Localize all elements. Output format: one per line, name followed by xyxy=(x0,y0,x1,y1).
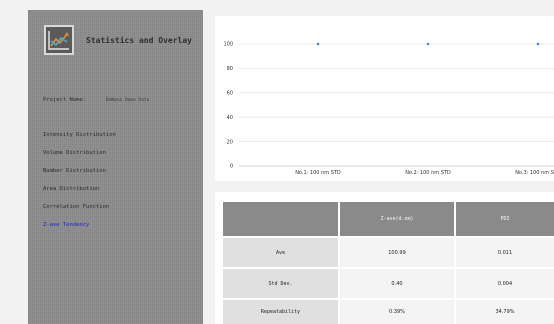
column-header-zave: Z-ave(d.nm) xyxy=(340,202,454,236)
cell-repeatability-zave: 0.39% xyxy=(340,300,454,324)
column-header-pdi: PDI xyxy=(456,202,554,236)
row-label-repeatability: Repeatability xyxy=(223,300,338,324)
row-label-ave: Ave xyxy=(223,238,338,267)
nav-volume-distribution[interactable]: Volume Distribution xyxy=(43,150,106,156)
data-point[interactable] xyxy=(316,42,320,46)
project-name-value: BeNano Demo Data xyxy=(106,98,150,103)
y-tick-label: 60 xyxy=(227,91,233,97)
nav-area-distribution[interactable]: Area Distribution xyxy=(43,186,99,192)
x-category-label: No.2: 100 nm STD xyxy=(405,170,451,176)
chart-overlay-icon xyxy=(44,25,74,55)
y-tick-label: 80 xyxy=(227,66,233,72)
app-title: Statistics and Overlay xyxy=(86,36,192,45)
nav-z-ave-tendency[interactable]: Z-ave Tendency xyxy=(43,222,89,228)
y-tick-label: 40 xyxy=(227,115,233,121)
data-point[interactable] xyxy=(536,42,540,46)
cell-repeatability-pdi: 34.79% xyxy=(456,300,554,324)
cell-std-dev-zave: 0.40 xyxy=(340,269,454,298)
cell-ave-zave: 100.99 xyxy=(340,238,454,267)
x-category-label: No.3: 100 nm STD xyxy=(515,170,554,176)
y-tick-label: 20 xyxy=(227,139,233,145)
y-tick-label: 100 xyxy=(223,42,233,48)
nav-number-distribution[interactable]: Number Distribution xyxy=(43,168,106,174)
statistics-table: Z-ave(d.nm) PDI Ave 100.99 0.011 Std Dev… xyxy=(215,192,554,324)
project-name-label: Project Name: xyxy=(43,97,87,103)
nav-correlation-function[interactable]: Correlation Function xyxy=(43,204,109,210)
row-label-std-dev: Std Dev. xyxy=(223,269,338,298)
z-ave-tendency-chart: 0 20 40 60 80 100 No.1: 100 nm STD No.2: 100 n… xyxy=(215,16,554,181)
data-point[interactable] xyxy=(426,42,430,46)
y-tick-label: 0 xyxy=(230,164,233,170)
x-category-label: No.1: 100 nm STD xyxy=(295,170,341,176)
table-corner-header xyxy=(223,202,338,236)
cell-std-dev-pdi: 0.004 xyxy=(456,269,554,298)
nav-intensity-distribution[interactable]: Intensity Distribution xyxy=(43,132,116,138)
chart-canvas: 0 20 40 60 80 100 No.1: 100 nm STD No.2: 100 n… xyxy=(223,42,554,176)
cell-ave-pdi: 0.011 xyxy=(456,238,554,267)
sidebar: Statistics and Overlay Project Name: BeN… xyxy=(28,10,203,324)
